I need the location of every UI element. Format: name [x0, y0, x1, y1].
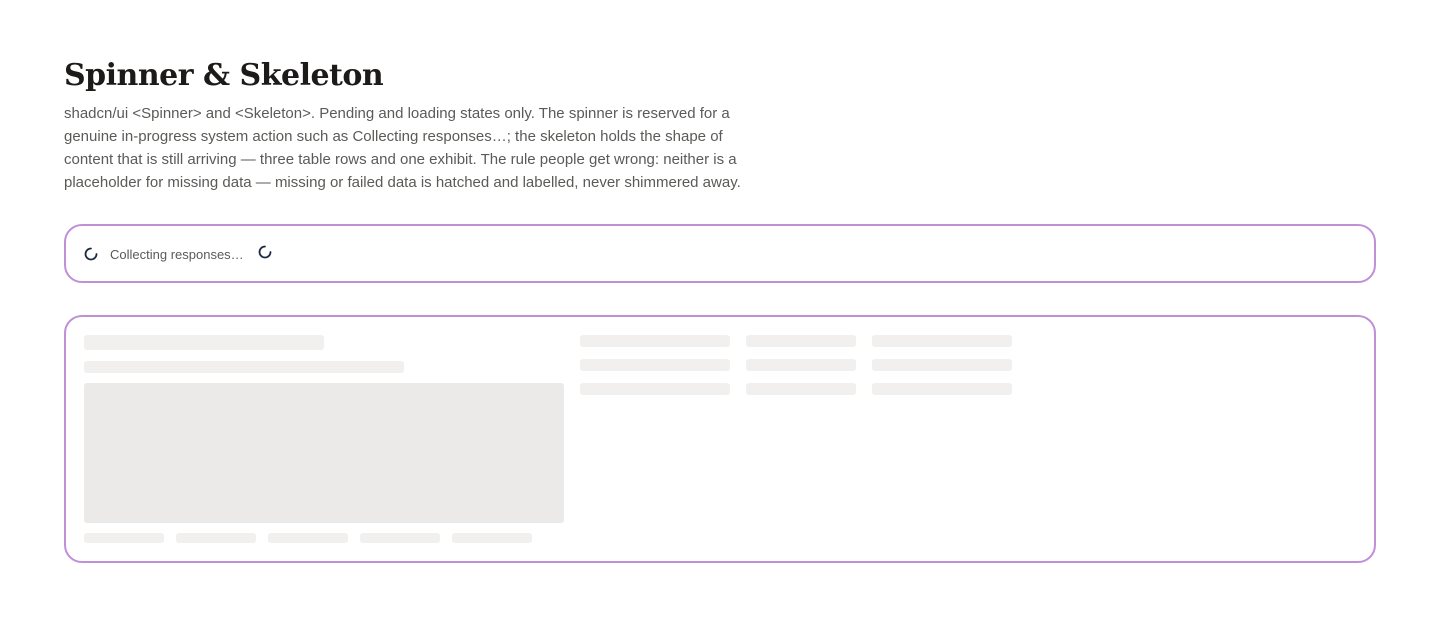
skeleton-exhibit-chart [84, 383, 564, 523]
skeleton-table-cell [872, 359, 1012, 371]
spinner-label: Collecting responses… [110, 247, 244, 262]
skeleton-exhibit-footer-item [268, 533, 348, 543]
skeleton-table-cell [580, 359, 730, 371]
skeleton-table-cell [746, 359, 856, 371]
skeleton-table-cell [580, 335, 730, 347]
skeleton-exhibit-footer-item [360, 533, 440, 543]
skeleton-table-cell [746, 383, 856, 395]
spinner-panel: Collecting responses… [64, 224, 1376, 283]
page-title: Spinner & Skeleton [64, 58, 384, 93]
spinner-icon-standalone [258, 245, 272, 259]
skeleton-exhibit-subtitle [84, 361, 404, 373]
skeleton-table-cell [872, 383, 1012, 395]
skeleton-table-cell [872, 335, 1012, 347]
skeleton-table-cell [746, 335, 856, 347]
spinner-icon [84, 247, 98, 261]
skeleton-exhibit-footer-item [84, 533, 164, 543]
skeleton-panel [64, 315, 1376, 563]
skeleton-exhibit-title [84, 335, 324, 350]
spinner-row: Collecting responses… [84, 244, 272, 264]
skeleton-table-cell [580, 383, 730, 395]
skeleton-exhibit-footer-item [176, 533, 256, 543]
page-description: shadcn/ui <Spinner> and <Skeleton>. Pend… [64, 105, 741, 191]
page-header: Spinner & Skeleton shadcn/ui <Spinner> a… [64, 58, 1376, 194]
skeleton-exhibit-footer-item [452, 533, 532, 543]
